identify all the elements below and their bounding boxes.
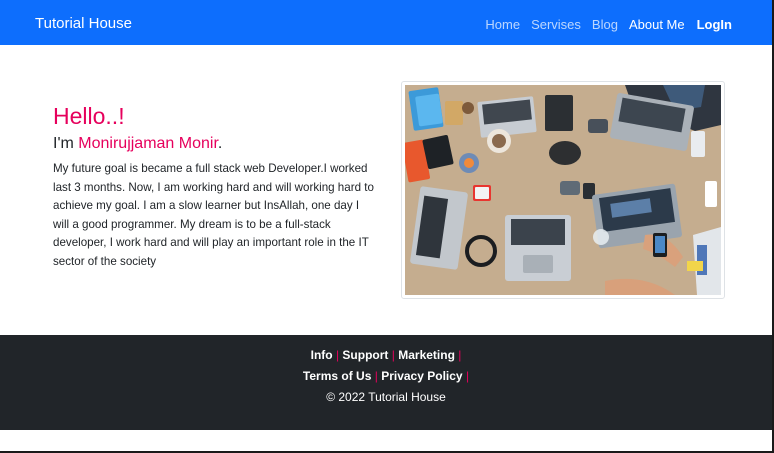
footer-link-support[interactable]: Support (342, 348, 388, 362)
intro-suffix: . (217, 135, 223, 152)
hero-image-frame (401, 81, 725, 299)
footer-link-marketing[interactable]: Marketing (398, 348, 455, 362)
footer-separator: | (391, 348, 395, 362)
nav-link-about-me[interactable]: About Me (629, 16, 685, 33)
navbar: Tutorial House Home Servises Blog About … (0, 0, 772, 45)
footer-link-privacy-policy[interactable]: Privacy Policy (381, 369, 462, 383)
about-paragraph: My future goal is became a full stack we… (53, 162, 374, 268)
intro-line: I'm Monirujjaman Monir. (53, 134, 222, 154)
copyright-text: © 2022 Tutorial House (326, 390, 446, 404)
footer-links-row-2: Terms of Us | Privacy Policy | (0, 368, 772, 385)
footer-separator: | (465, 369, 470, 383)
nav-link-services[interactable]: Servises (531, 16, 581, 33)
nav-link-login[interactable]: LogIn (697, 16, 732, 33)
author-name: Monirujjaman Monir (78, 135, 218, 152)
footer-separator: | (458, 348, 462, 362)
footer: Info | Support | Marketing | Terms of Us… (0, 335, 772, 430)
hero-image (405, 85, 721, 295)
footer-link-terms[interactable]: Terms of Us (303, 369, 371, 383)
greeting-heading: Hello..! (53, 103, 125, 129)
footer-link-info[interactable]: Info (311, 348, 333, 362)
nav-links: Home Servises Blog About Me LogIn (474, 16, 732, 33)
hero-section: Hello..! I'm Monirujjaman Monir. My futu… (0, 45, 772, 335)
intro-prefix: I'm (53, 135, 79, 152)
footer-separator: | (374, 369, 378, 383)
brand-link[interactable]: Tutorial House (35, 14, 132, 34)
nav-link-home[interactable]: Home (485, 16, 520, 33)
footer-separator: | (335, 348, 340, 362)
footer-links-row-1: Info | Support | Marketing | (0, 347, 772, 364)
nav-link-blog[interactable]: Blog (592, 16, 618, 33)
